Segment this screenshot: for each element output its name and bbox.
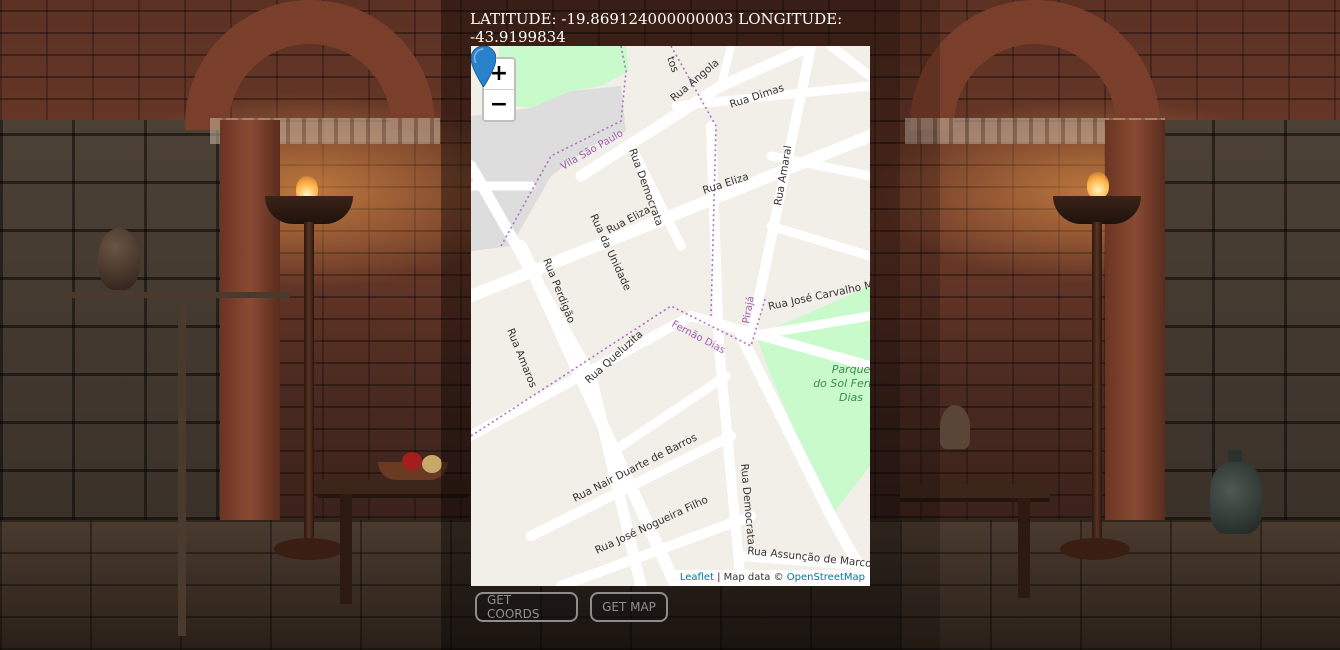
street-label: Rua Amaros <box>504 327 539 390</box>
get-coords-button[interactable]: GET COORDS <box>475 592 578 622</box>
street-label: tos <box>664 55 681 74</box>
map-pin-icon[interactable] <box>471 46 496 87</box>
torch-base-right <box>1060 538 1130 560</box>
pillar-left <box>220 120 280 540</box>
openstreetmap-link[interactable]: OpenStreetMap <box>787 572 865 583</box>
map-tiles[interactable]: tos Rua Angola Rua Dimas Rua Democrata R… <box>471 46 870 586</box>
torch-stand-right <box>1092 222 1102 542</box>
attribution-separator: | Map data © <box>713 572 787 583</box>
perch-pole <box>178 296 186 636</box>
latitude-value: -19.869124000000003 <box>561 10 734 28</box>
park-label: Parque <box>832 363 870 376</box>
zoom-out-button[interactable]: − <box>484 89 514 120</box>
map-container[interactable]: tos Rua Angola Rua Dimas Rua Democrata R… <box>471 46 870 586</box>
coordinates-readout: LATITUDE: -19.869124000000003 LONGITUDE:… <box>470 10 870 46</box>
torch-stand-left <box>304 222 314 542</box>
park-label: Dias <box>839 391 863 404</box>
table-leg <box>340 494 352 604</box>
street-label: Rua Queluzita <box>583 328 645 386</box>
perch-bar <box>60 292 290 298</box>
apple-icon <box>402 452 422 470</box>
shade-strip <box>900 0 940 650</box>
bird-icon <box>98 228 140 290</box>
stone-wall-left <box>0 120 240 520</box>
torch-flame-icon <box>1087 172 1109 198</box>
latitude-label: LATITUDE: <box>470 10 557 28</box>
bust-icon <box>940 405 970 449</box>
pillar-right <box>1105 120 1165 540</box>
torch-base-left <box>274 538 344 560</box>
park-label: do Sol Ferr <box>813 377 870 390</box>
get-map-button[interactable]: GET MAP <box>590 592 668 622</box>
longitude-value: -43.9199834 <box>470 28 566 46</box>
pear-icon <box>422 455 442 473</box>
street-label: Rua José Nogueira Filho <box>593 494 710 557</box>
table-leg <box>1018 498 1030 598</box>
leaflet-link[interactable]: Leaflet <box>680 572 714 583</box>
vase-icon <box>1210 462 1262 534</box>
map-attribution: Leaflet | Map data © OpenStreetMap <box>674 570 870 586</box>
longitude-label: LONGITUDE: <box>738 10 843 28</box>
